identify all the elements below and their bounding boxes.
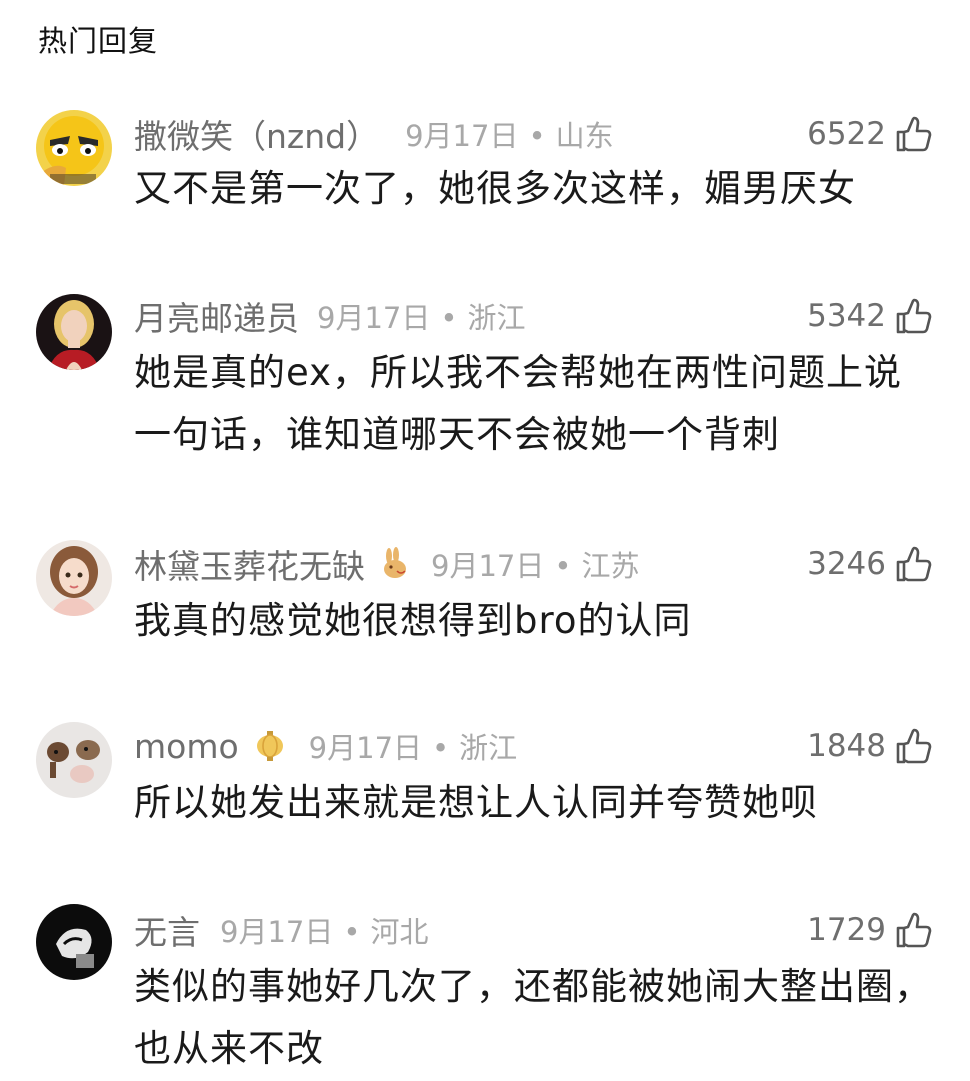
comment-meta: 9月17日 • 河北 bbox=[220, 915, 429, 949]
like-count: 1848 bbox=[807, 728, 886, 764]
comment-text: 类似的事她好几次了，还都能被她闹大整出圈，也从来不改 bbox=[134, 965, 932, 1070]
username[interactable]: 无言 bbox=[134, 906, 200, 954]
thumbs-up-icon[interactable] bbox=[892, 296, 932, 336]
username[interactable]: 撒微笑（nznd） bbox=[134, 110, 379, 158]
like-count: 6522 bbox=[807, 116, 886, 152]
rabbit-badge-icon bbox=[377, 547, 411, 581]
username[interactable]: momo bbox=[134, 727, 239, 766]
like-button[interactable]: 5342 bbox=[807, 296, 932, 336]
comment-meta: 9月17日 • 山东 bbox=[405, 119, 614, 153]
like-button[interactable]: 1848 bbox=[807, 726, 932, 766]
lantern-badge-icon bbox=[253, 729, 287, 763]
like-count: 3246 bbox=[807, 546, 886, 582]
like-count: 5342 bbox=[807, 298, 886, 334]
comment-text: 我真的感觉她很想得到bro的认同 bbox=[134, 599, 692, 642]
username[interactable]: 林黛玉葬花无缺 bbox=[134, 540, 365, 588]
comment-meta: 9月17日 • 江苏 bbox=[431, 549, 640, 583]
comment-meta: 9月17日 • 浙江 bbox=[308, 731, 518, 765]
comment-meta: 9月17日 • 浙江 bbox=[317, 301, 526, 335]
like-button[interactable]: 6522 bbox=[807, 114, 932, 154]
username[interactable]: 月亮邮递员 bbox=[134, 292, 299, 340]
section-title: 热门回复 bbox=[38, 24, 159, 58]
comment-text: 又不是第一次了，她很多次这样，媚男厌女 bbox=[134, 167, 856, 210]
comment-text: 所以她发出来就是想让人认同并夸赞她呗 bbox=[134, 781, 818, 824]
dark-avatar-icon[interactable] bbox=[36, 904, 112, 980]
woman-photo-avatar-icon[interactable] bbox=[36, 294, 112, 370]
cartoon-girl-avatar-icon[interactable] bbox=[36, 540, 112, 616]
like-count: 1729 bbox=[807, 912, 886, 948]
thumbs-up-icon[interactable] bbox=[892, 114, 932, 154]
emoji-avatar-icon[interactable] bbox=[36, 110, 112, 186]
thumbs-up-icon[interactable] bbox=[892, 910, 932, 950]
like-button[interactable]: 3246 bbox=[807, 544, 932, 584]
dogs-avatar-icon[interactable] bbox=[36, 722, 112, 798]
thumbs-up-icon[interactable] bbox=[892, 726, 932, 766]
comment-text: 她是真的ex，所以我不会帮她在两性问题上说一句话，谁知道哪天不会被她一个背刺 bbox=[134, 351, 903, 456]
like-button[interactable]: 1729 bbox=[807, 910, 932, 950]
thumbs-up-icon[interactable] bbox=[892, 544, 932, 584]
